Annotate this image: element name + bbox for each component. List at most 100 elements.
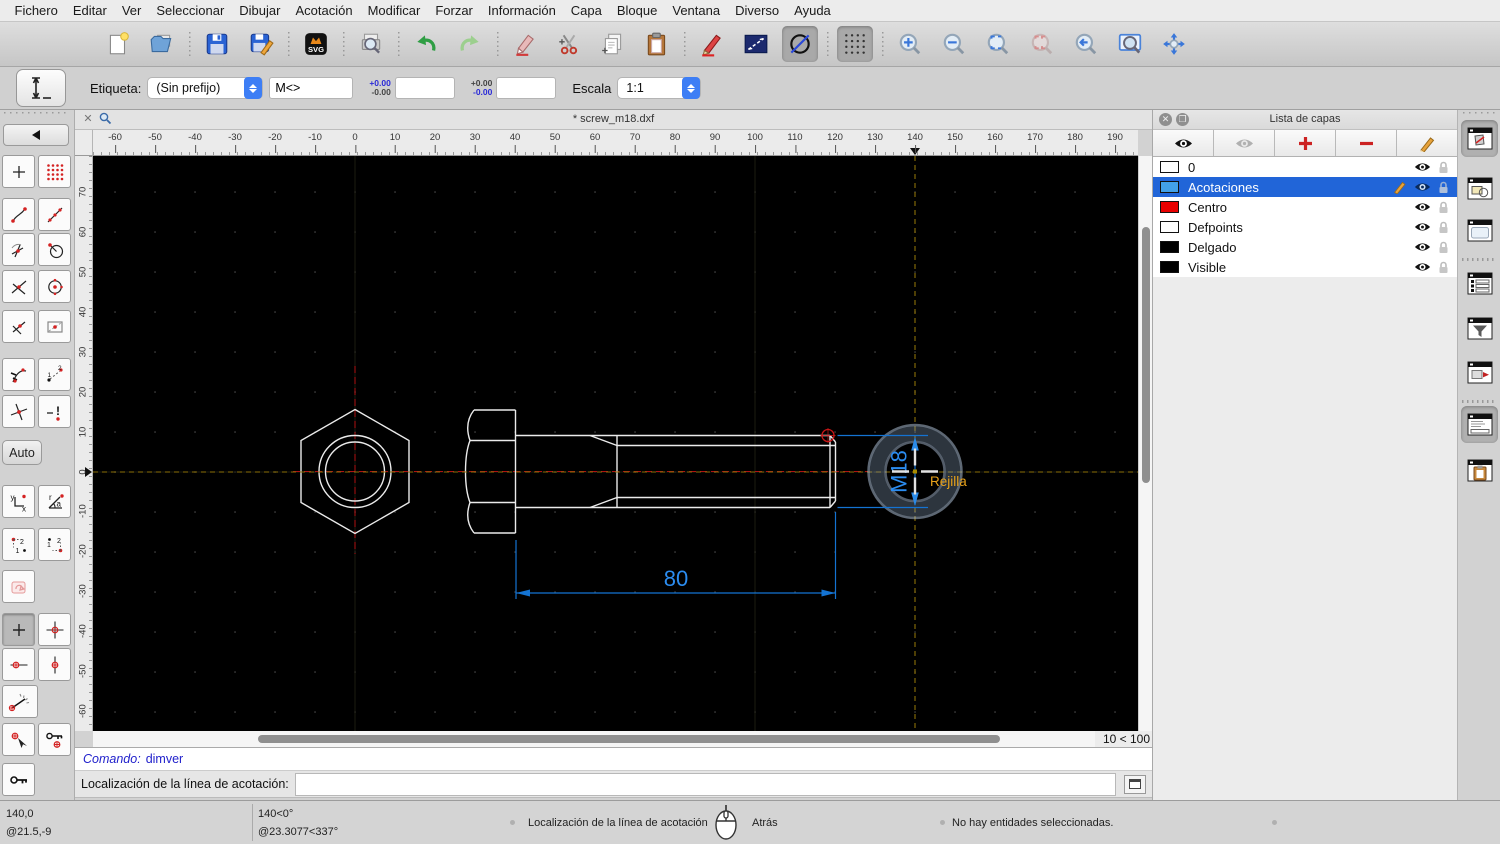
menu-fichero[interactable]: Fichero	[7, 3, 65, 18]
toolbar-handle[interactable]	[4, 112, 66, 116]
new-file-button[interactable]	[100, 26, 136, 62]
layer-visibility-toggle[interactable]	[1414, 161, 1431, 173]
snap-endpoints-button[interactable]	[2, 198, 35, 231]
menu-ayuda[interactable]: Ayuda	[787, 3, 839, 18]
delete-entity-button[interactable]	[507, 26, 543, 62]
zoom-auto-button[interactable]	[980, 26, 1016, 62]
snap-grid-button[interactable]	[38, 155, 71, 188]
snap-reference-button[interactable]	[38, 310, 71, 343]
dock-clipboard-button[interactable]	[1461, 452, 1498, 489]
paste-button[interactable]	[639, 26, 675, 62]
drawing-canvas[interactable]: 80 M18 Rejilla	[93, 156, 1138, 731]
restrict-nothing-button[interactable]	[2, 613, 35, 646]
tolerance-upper-input[interactable]	[394, 77, 455, 99]
snap-free-button[interactable]	[2, 155, 35, 188]
edit-layer-button[interactable]	[1397, 130, 1457, 156]
zoom-previous-button[interactable]	[1068, 26, 1104, 62]
save-as-button[interactable]	[243, 26, 279, 62]
menu-ventana[interactable]: Ventana	[665, 3, 728, 18]
layer-row-0[interactable]: 0	[1153, 157, 1457, 177]
restrict-orthogonal-button[interactable]	[38, 613, 71, 646]
layer-row-centro[interactable]: Centro	[1153, 197, 1457, 217]
layer-lock-toggle[interactable]	[1438, 161, 1449, 174]
layer-lock-toggle[interactable]	[1438, 181, 1449, 194]
zoom-window-button[interactable]	[1112, 26, 1148, 62]
ref-point-21-button[interactable]: 12	[38, 528, 71, 561]
menu-diverso[interactable]: Diverso	[728, 3, 787, 18]
layer-row-delgado[interactable]: Delgado	[1153, 237, 1457, 257]
dimension-text-input[interactable]	[269, 77, 354, 99]
tolerance-lower-input[interactable]	[496, 77, 557, 99]
scale-select[interactable]: 1:1	[617, 77, 702, 99]
menu-capa[interactable]: Capa	[563, 3, 609, 18]
horizontal-scrollbar-thumb[interactable]	[258, 735, 1000, 743]
menu-acotacion[interactable]: Acotación	[288, 3, 360, 18]
layer-visibility-toggle[interactable]	[1414, 261, 1431, 273]
snap-middle-button[interactable]	[2, 270, 35, 303]
menu-dibujar[interactable]: Dibujar	[232, 3, 288, 18]
grid-toggle-button[interactable]	[837, 26, 873, 62]
snap-back-button[interactable]	[3, 124, 69, 146]
dock-entity-list-button[interactable]	[1461, 265, 1498, 302]
open-file-button[interactable]	[144, 26, 180, 62]
zoom-out-button[interactable]	[936, 26, 972, 62]
dock-views-button[interactable]	[1461, 354, 1498, 391]
svg-export-button[interactable]: SVG	[298, 26, 334, 62]
snap-two-points-button[interactable]: 12	[38, 358, 71, 391]
command-input[interactable]	[294, 772, 1116, 796]
restrict-vertical-button[interactable]	[38, 648, 71, 681]
menu-editar[interactable]: Editar	[65, 3, 114, 18]
prefix-select[interactable]: (Sin prefijo)	[147, 77, 264, 99]
snap-intersection-auto-button[interactable]	[2, 233, 35, 266]
dock-filter-button[interactable]	[1461, 310, 1498, 347]
coord-cartesian-button[interactable]: yx	[2, 485, 35, 518]
dock-blocks-button[interactable]	[1461, 170, 1498, 207]
coord-polar-button[interactable]: ra	[38, 485, 71, 518]
vertical-dimension-tool-button[interactable]	[16, 69, 66, 107]
dock-library-button[interactable]	[1461, 212, 1498, 249]
zoom-in-button[interactable]	[892, 26, 928, 62]
menu-forzar[interactable]: Forzar	[428, 3, 481, 18]
layer-visibility-toggle[interactable]	[1414, 201, 1431, 213]
snap-on-entity-button[interactable]	[38, 198, 71, 231]
modify-properties-button[interactable]	[738, 26, 774, 62]
layer-row-acotaciones[interactable]: Acotaciones	[1153, 177, 1457, 197]
menu-ver[interactable]: Ver	[114, 3, 149, 18]
delete-draft-button[interactable]	[782, 26, 818, 62]
remove-layer-button[interactable]	[1336, 130, 1397, 156]
attributes-pen-button[interactable]	[694, 26, 730, 62]
snap-intersection-manual-button[interactable]	[2, 395, 35, 428]
layer-lock-toggle[interactable]	[1438, 221, 1449, 234]
redo-button[interactable]	[452, 26, 488, 62]
zoom-selection-button[interactable]	[1024, 26, 1060, 62]
vertical-scrollbar-thumb[interactable]	[1142, 227, 1150, 483]
save-button[interactable]	[199, 26, 235, 62]
print-preview-button[interactable]	[353, 26, 389, 62]
cut-button[interactable]	[551, 26, 587, 62]
menu-informacion[interactable]: Información	[480, 3, 563, 18]
hide-all-layers-button[interactable]	[1214, 130, 1275, 156]
vertical-scrollbar[interactable]	[1138, 156, 1152, 731]
snap-distance-button[interactable]	[38, 233, 71, 266]
lock-relative-zero-button[interactable]	[38, 723, 71, 756]
set-relative-zero-button[interactable]	[2, 723, 35, 756]
snap-auto-button[interactable]: Auto	[2, 440, 42, 465]
menu-modificar[interactable]: Modificar	[360, 3, 428, 18]
snap-center-button[interactable]	[38, 270, 71, 303]
undo-button[interactable]	[408, 26, 444, 62]
snap-nearest-button[interactable]	[2, 310, 35, 343]
layer-visibility-toggle[interactable]	[1414, 241, 1431, 253]
layer-visibility-toggle[interactable]	[1414, 181, 1431, 193]
layer-row-visible[interactable]: Visible	[1153, 257, 1457, 277]
command-detach-button[interactable]	[1124, 774, 1146, 794]
snap-limits-button[interactable]: !	[38, 395, 71, 428]
toolbar-handle[interactable]	[1463, 112, 1495, 116]
dock-pen-attributes-button[interactable]	[1461, 120, 1498, 157]
toggle-relative-zero-button[interactable]	[2, 763, 35, 796]
restrict-horizontal-button[interactable]	[2, 648, 35, 681]
ref-point-12-button[interactable]: 12	[2, 528, 35, 561]
layer-edit-icon[interactable]	[1393, 180, 1407, 194]
add-layer-button[interactable]	[1275, 130, 1336, 156]
copy-button[interactable]	[595, 26, 631, 62]
layer-row-defpoints[interactable]: Defpoints	[1153, 217, 1457, 237]
